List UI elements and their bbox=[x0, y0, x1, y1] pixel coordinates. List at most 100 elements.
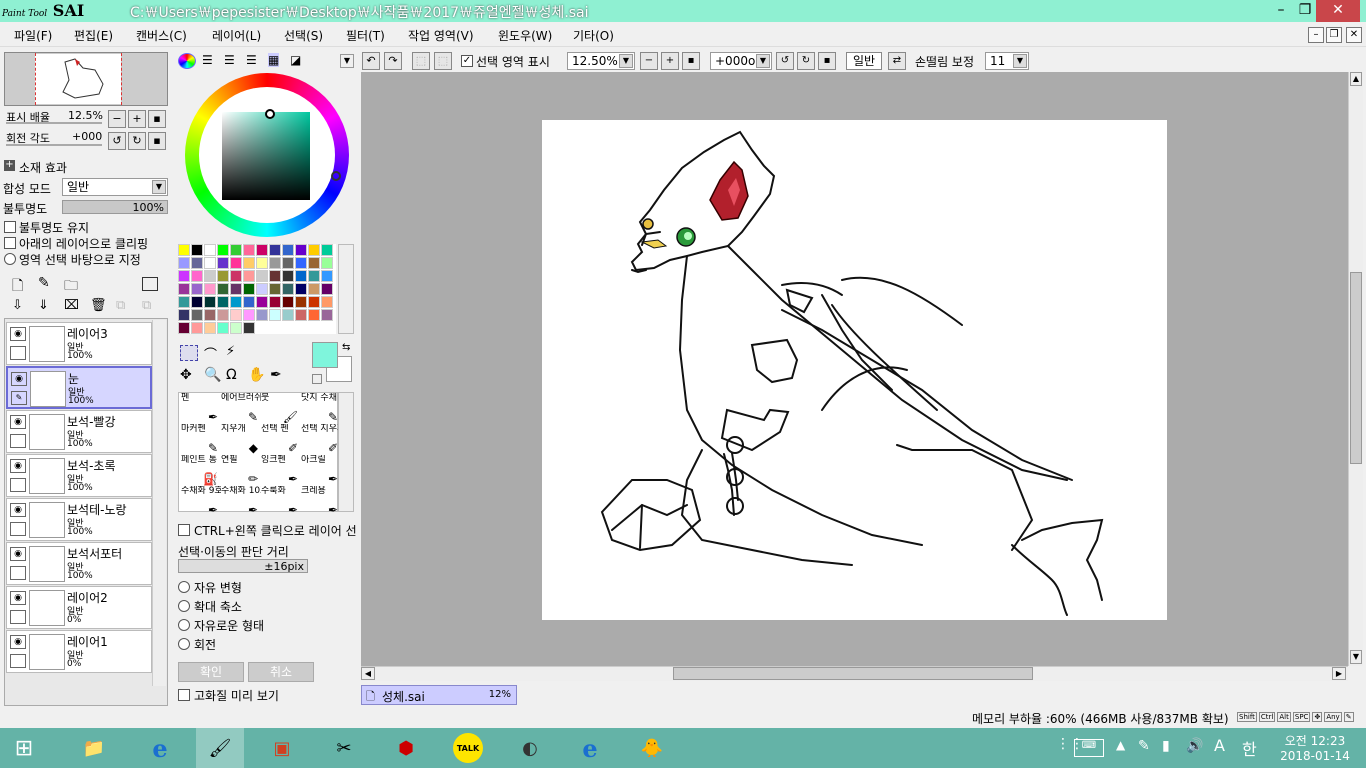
color-swatch[interactable] bbox=[217, 322, 229, 334]
pen-icon[interactable]: ✎ bbox=[11, 391, 27, 405]
tool-watercolor10[interactable]: 수채화 10호✒ bbox=[221, 486, 261, 517]
selection-source-radio[interactable] bbox=[4, 253, 16, 265]
color-swatch[interactable] bbox=[321, 270, 333, 282]
ime-indicator[interactable]: A bbox=[1214, 736, 1225, 755]
move-icon[interactable]: ✥ bbox=[180, 367, 192, 383]
color-swatch[interactable] bbox=[321, 296, 333, 308]
color-swatch[interactable] bbox=[295, 296, 307, 308]
color-swatch[interactable] bbox=[230, 309, 242, 321]
blend-mode-select[interactable]: 일반 ▼ bbox=[62, 178, 168, 196]
color-swatch[interactable] bbox=[178, 309, 190, 321]
expand-icon[interactable]: + bbox=[4, 160, 15, 171]
tool-select-eraser[interactable]: 선택 지우개 ✐ bbox=[301, 424, 341, 455]
zoom-slider[interactable] bbox=[6, 122, 102, 124]
tool-ink-pen[interactable]: 잉크펜 ✒ bbox=[261, 455, 301, 486]
layer-item[interactable]: ◉ 보석테-노랑 일반 100% bbox=[6, 498, 152, 541]
kakaotalk-icon[interactable]: TALK bbox=[444, 728, 492, 768]
zoom-select[interactable]: 12.50% ▼ bbox=[567, 52, 635, 70]
color-swatch[interactable] bbox=[178, 270, 190, 282]
color-swatch[interactable] bbox=[178, 296, 190, 308]
tool-bucket[interactable]: 페인트 통 ⛽ bbox=[181, 455, 221, 486]
layer-item[interactable]: ◉ 보석-초록 일반 100% bbox=[6, 454, 152, 497]
powerpoint-icon[interactable]: ▣ bbox=[258, 728, 306, 768]
lock-icon[interactable] bbox=[10, 434, 26, 448]
delete-mask-icon[interactable]: ⧉ bbox=[142, 298, 151, 313]
color-swatch[interactable] bbox=[243, 257, 255, 269]
network-icon[interactable]: ▮ bbox=[1162, 738, 1170, 754]
menu-selection[interactable]: 선택(S) bbox=[284, 27, 323, 44]
color-swatch[interactable] bbox=[204, 283, 216, 295]
apply-mask-icon[interactable]: ⧉ bbox=[116, 298, 125, 313]
color-swatch[interactable] bbox=[308, 270, 320, 282]
merge-down-icon[interactable]: ⇓ bbox=[38, 298, 49, 313]
color-swatch[interactable] bbox=[217, 283, 229, 295]
tool-crayon[interactable]: 크레용 ✒ bbox=[301, 486, 341, 517]
tool-airbrush[interactable]: 에어브러쉬 ✎ bbox=[221, 393, 261, 424]
color-swatch[interactable] bbox=[191, 296, 203, 308]
rotation-select[interactable]: +000o ▼ bbox=[710, 52, 772, 70]
panel-menu-icon[interactable]: ▼ bbox=[340, 54, 354, 68]
toolbar-rotate-left-button[interactable]: ↺ bbox=[776, 52, 794, 70]
color-swatch[interactable] bbox=[282, 309, 294, 321]
pen-tray-icon[interactable]: ✎ bbox=[1138, 738, 1150, 754]
transform-scale-radio[interactable] bbox=[178, 600, 190, 612]
color-swatch[interactable] bbox=[256, 270, 268, 282]
navigator-preview[interactable] bbox=[4, 52, 168, 106]
swatch-tab-icon[interactable]: ▦ bbox=[268, 53, 280, 67]
hsv-slider-tab-icon[interactable]: ☰ bbox=[224, 53, 235, 67]
transform-rotate-radio[interactable] bbox=[178, 638, 190, 650]
color-swatch[interactable] bbox=[230, 283, 242, 295]
eyedropper-icon[interactable]: ✒ bbox=[270, 367, 282, 383]
color-swatch[interactable] bbox=[269, 309, 281, 321]
hq-preview-checkbox[interactable] bbox=[178, 689, 190, 701]
app-icon[interactable]: 🐥 bbox=[628, 728, 676, 768]
color-swatch[interactable] bbox=[204, 296, 216, 308]
layer-list-scrollbar[interactable] bbox=[152, 320, 166, 686]
tool-marker[interactable]: 마커펜 ✎ bbox=[181, 424, 221, 455]
color-swatch[interactable] bbox=[282, 257, 294, 269]
color-swatch[interactable] bbox=[204, 270, 216, 282]
deselect-icon[interactable]: ⬚ bbox=[412, 52, 430, 70]
rgb-slider-tab-icon[interactable]: ☰ bbox=[202, 53, 213, 67]
color-swatch[interactable] bbox=[269, 257, 281, 269]
lock-icon[interactable] bbox=[10, 610, 26, 624]
zoom-in-button[interactable]: + bbox=[128, 110, 146, 128]
color-swatch[interactable] bbox=[178, 322, 190, 334]
eye-icon[interactable]: ◉ bbox=[10, 327, 26, 341]
color-swatch[interactable] bbox=[230, 296, 242, 308]
horizontal-scrollbar[interactable]: ◀ ▶ bbox=[361, 666, 1348, 681]
opacity-slider[interactable]: 100% bbox=[62, 200, 168, 214]
zoom-reset-button[interactable]: ▪ bbox=[148, 110, 166, 128]
eye-icon[interactable]: ◉ bbox=[10, 459, 26, 473]
tool-sumi[interactable]: 수룩화 ✒ bbox=[261, 486, 301, 517]
eye-icon[interactable]: ◉ bbox=[10, 503, 26, 517]
swap-colors-icon[interactable]: ⇆ bbox=[342, 342, 350, 353]
tool-grid-scrollbar[interactable] bbox=[338, 392, 354, 512]
file-explorer-icon[interactable]: 📁 bbox=[70, 728, 118, 768]
transform-free-radio[interactable] bbox=[178, 581, 190, 593]
eye-icon[interactable]: ◉ bbox=[10, 635, 26, 649]
invert-selection-icon[interactable]: ⬚ bbox=[434, 52, 452, 70]
color-swatch[interactable] bbox=[321, 283, 333, 295]
color-swatch[interactable] bbox=[308, 257, 320, 269]
color-swatch[interactable] bbox=[217, 244, 229, 256]
layer-item-selected[interactable]: ◉ ✎ 눈 일반 100% bbox=[6, 366, 152, 409]
view-mode-button[interactable]: 일반 bbox=[846, 52, 882, 70]
color-swatch[interactable] bbox=[308, 244, 320, 256]
saturation-value-square[interactable] bbox=[222, 112, 310, 200]
windows-start-icon[interactable]: ⊞ bbox=[0, 728, 48, 768]
foreground-color[interactable] bbox=[312, 342, 338, 368]
color-swatch[interactable] bbox=[243, 322, 255, 334]
color-swatch[interactable] bbox=[191, 309, 203, 321]
color-swatch[interactable] bbox=[256, 296, 268, 308]
keyboard-icon[interactable]: ⌨ bbox=[1074, 739, 1104, 757]
tool-pen[interactable]: 펜 ✒ bbox=[181, 393, 221, 424]
close-icon[interactable]: ✕ bbox=[1316, 0, 1360, 22]
scroll-left-icon[interactable]: ◀ bbox=[361, 667, 375, 680]
lock-icon[interactable] bbox=[10, 478, 26, 492]
color-swatch[interactable] bbox=[217, 270, 229, 282]
color-swatch[interactable] bbox=[191, 244, 203, 256]
clock-time[interactable]: 오전 12:23 bbox=[1278, 732, 1352, 749]
menu-other[interactable]: 기타(O) bbox=[573, 27, 614, 44]
tool-watercolor[interactable]: 닷지 수채 ✎ bbox=[301, 393, 341, 424]
